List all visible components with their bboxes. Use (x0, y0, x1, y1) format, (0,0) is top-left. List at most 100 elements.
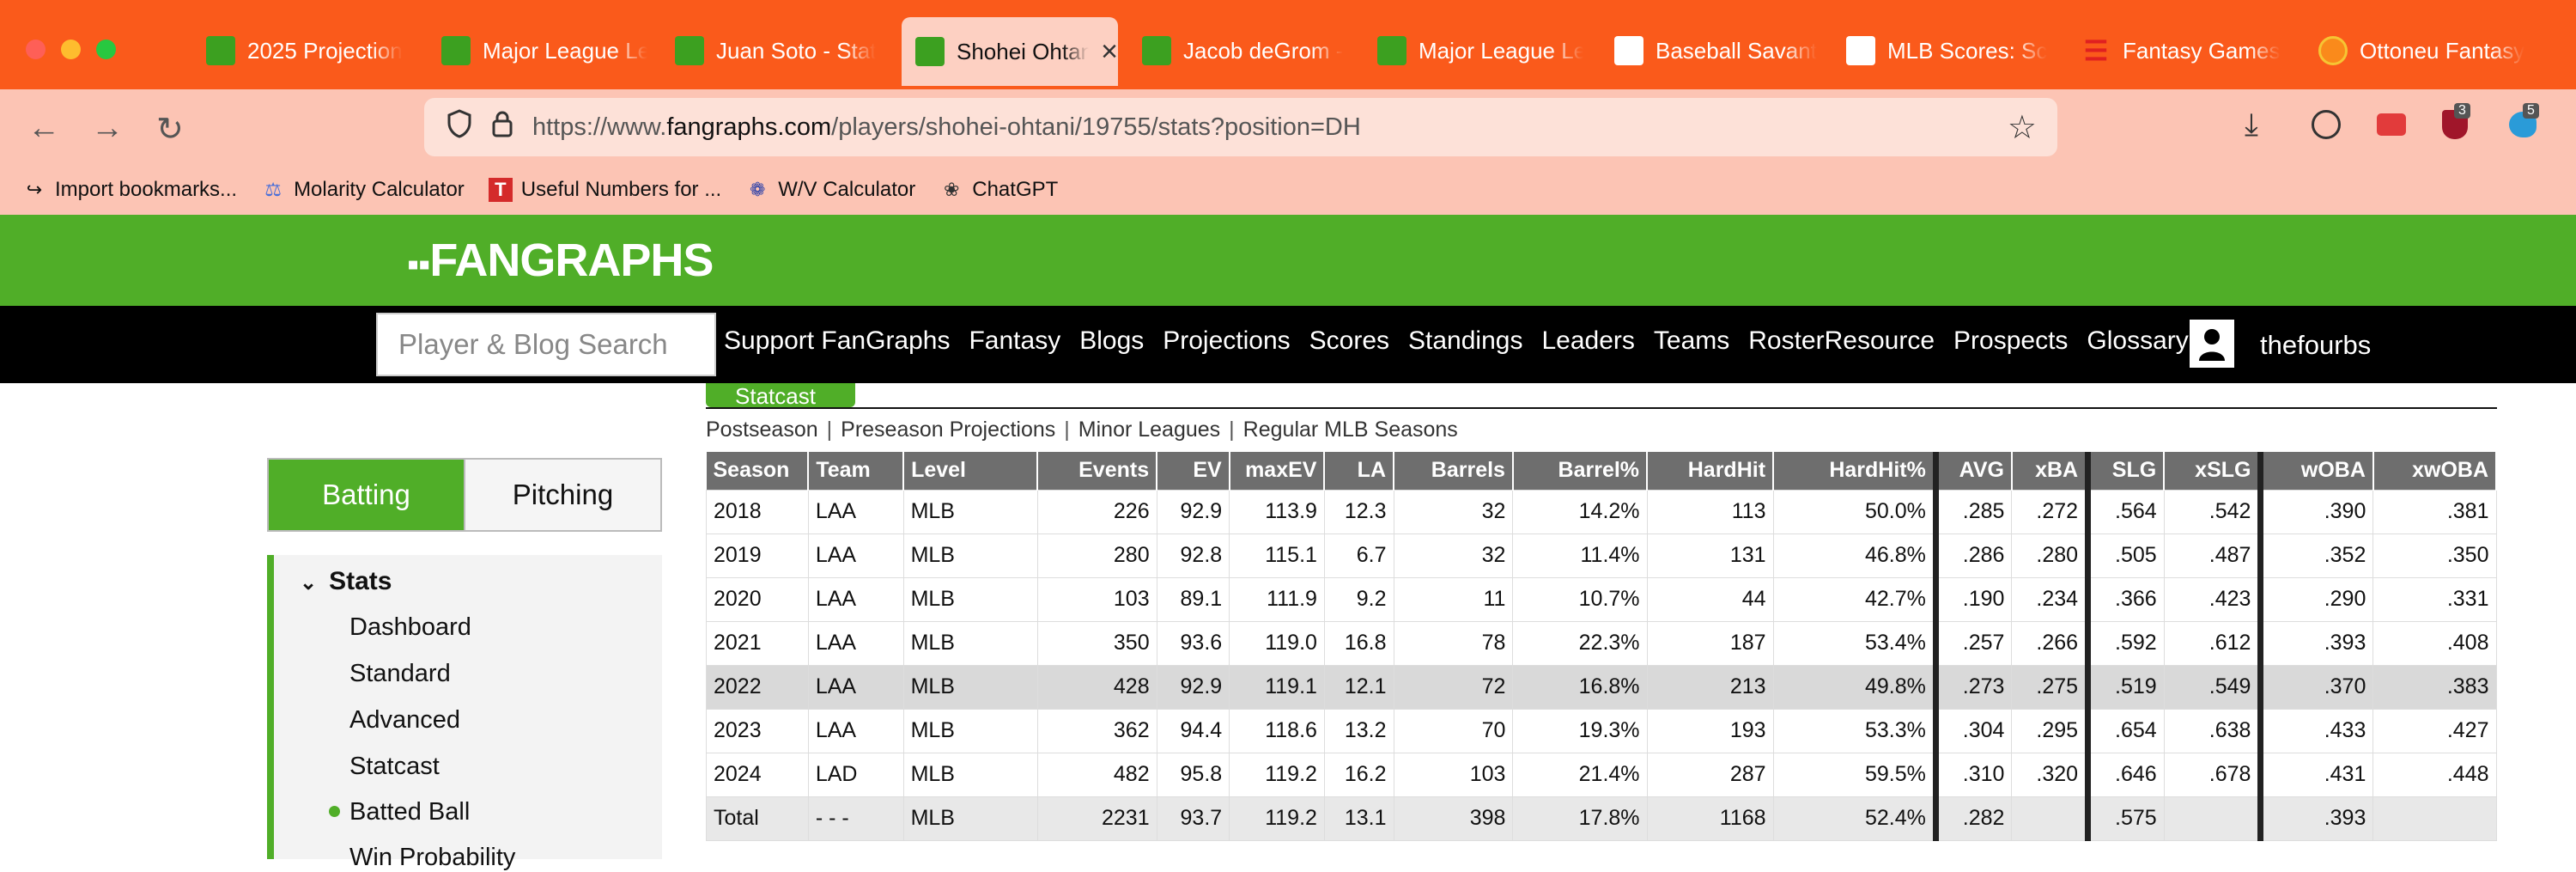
table-cell: 119.2 (1229, 796, 1325, 841)
lock-icon[interactable] (491, 110, 513, 144)
batting-button[interactable]: Batting (269, 460, 464, 530)
sidebar-item-statcast[interactable]: Statcast (349, 753, 440, 781)
regular-mlb-seasons-link[interactable]: Regular MLB Seasons (1243, 418, 1458, 442)
nav-item-leaders[interactable]: Leaders (1541, 326, 1634, 356)
column-header-barrel[interactable]: Barrel% (1512, 452, 1649, 490)
table-cell: 52.4% (1772, 796, 1936, 841)
table-cell: 42.7% (1772, 576, 1936, 622)
bookmark-import[interactable]: ↪ Import bookmarks... (22, 178, 237, 202)
download-icon[interactable]: ⤓ (2245, 107, 2258, 143)
search-input[interactable]: Player & Blog Search (376, 313, 716, 376)
column-header-xwoba[interactable]: xwOBA (2372, 452, 2498, 490)
browser-tab[interactable]: 2025 Projection (206, 22, 412, 79)
t-logo-icon: T (488, 178, 513, 202)
browser-tab[interactable]: Baseball Savant (1614, 22, 1820, 79)
table-cell: 53.4% (1772, 620, 1936, 666)
nav-item-blogs[interactable]: Blogs (1079, 326, 1144, 356)
preseason-projections-link[interactable]: Preseason Projections (841, 418, 1055, 442)
nav-item-glossary[interactable]: Glossary (2087, 326, 2188, 356)
back-arrow-icon[interactable]: ← (27, 110, 60, 147)
table-cell: LAA (807, 489, 904, 534)
table-cell: 2024 (706, 752, 809, 797)
statcast-tab[interactable]: Statcast (706, 383, 855, 407)
column-header-maxev[interactable]: maxEV (1229, 452, 1326, 490)
browser-tab[interactable]: Ottoneu Fantasy (2318, 22, 2524, 79)
nav-item-rosterresource[interactable]: RosterResource (1748, 326, 1935, 356)
table-cell (2163, 796, 2262, 841)
close-window-button[interactable] (26, 40, 46, 59)
browser-tab[interactable]: MLB Scores: Sc (1846, 22, 2052, 79)
address-bar[interactable]: https://www. fangraphs.com/players/shohei… (424, 98, 2057, 156)
fangraphs-icon (441, 36, 471, 65)
nav-item-teams[interactable]: Teams (1654, 326, 1729, 356)
table-cell: 95.8 (1156, 752, 1230, 797)
sidebar-item-win-probability[interactable]: Win Probability (349, 844, 515, 872)
table-cell: 213 (1646, 664, 1774, 710)
minimize-window-button[interactable] (61, 40, 81, 59)
column-header-la[interactable]: LA (1324, 452, 1394, 490)
column-header-team[interactable]: Team (808, 452, 905, 490)
table-cell: .266 (2011, 620, 2089, 666)
column-header-hardhit[interactable]: HardHit (1647, 452, 1775, 490)
browser-tab[interactable]: Shohei Ohtan × (902, 17, 1118, 86)
column-header-avg[interactable]: AVG (1932, 452, 2013, 490)
table-cell: 118.6 (1229, 708, 1325, 753)
close-tab-icon[interactable]: × (1101, 35, 1118, 69)
table-cell: .393 (2257, 796, 2374, 841)
table-cell: 93.7 (1156, 796, 1230, 841)
fangraphs-logo[interactable]: ▪▪FANGRAPHS (407, 234, 714, 287)
nav-item-standings[interactable]: Standings (1408, 326, 1522, 356)
screenshot-icon[interactable] (2377, 113, 2406, 136)
flask-icon: ⚖ (264, 179, 282, 200)
browser-tab[interactable]: Juan Soto - Stat (675, 22, 881, 79)
column-header-barrels[interactable]: Barrels (1394, 452, 1514, 490)
sidebar-item-dashboard[interactable]: Dashboard (349, 613, 471, 642)
maximize-window-button[interactable] (96, 40, 116, 59)
table-cell: 6.7 (1323, 533, 1394, 578)
table-cell: .381 (2372, 489, 2497, 534)
table-cell: 89.1 (1156, 576, 1230, 622)
postseason-link[interactable]: Postseason (706, 418, 818, 442)
nav-item-support-fangraphs[interactable]: Support FanGraphs (724, 326, 950, 356)
stats-section-header[interactable]: ⌄ Stats (300, 567, 392, 596)
nav-item-scores[interactable]: Scores (1309, 326, 1389, 356)
browser-tab[interactable]: Major League Le (441, 22, 647, 79)
forward-arrow-icon[interactable]: → (91, 110, 124, 147)
reload-icon[interactable]: ↻ (156, 110, 184, 149)
column-header-season[interactable]: Season (706, 452, 810, 490)
bookmark-molarity[interactable]: ⚖ Molarity Calculator (261, 178, 465, 202)
table-cell: 119.2 (1229, 752, 1325, 797)
nav-item-projections[interactable]: Projections (1163, 326, 1290, 356)
bookmark-useful-numbers[interactable]: T Useful Numbers for ... (488, 178, 721, 202)
column-header-level[interactable]: Level (903, 452, 1039, 490)
browser-tab[interactable]: ☰ Fantasy Games (2081, 22, 2287, 79)
column-header-xba[interactable]: xBA (2011, 452, 2089, 490)
shield-icon[interactable] (447, 109, 472, 145)
column-header-slg[interactable]: SLG (2085, 452, 2166, 490)
pitching-button[interactable]: Pitching (464, 460, 660, 530)
browser-tab[interactable]: Jacob deGrom - (1142, 22, 1348, 79)
table-cell: 187 (1646, 620, 1774, 666)
table-cell: 1168 (1646, 796, 1774, 841)
sidebar-item-standard[interactable]: Standard (349, 660, 451, 688)
bookmark-chatgpt[interactable]: ❀ ChatGPT (939, 178, 1058, 202)
user-avatar-icon[interactable] (2190, 320, 2234, 368)
table-cell: .383 (2372, 664, 2497, 710)
minor-leagues-link[interactable]: Minor Leagues (1078, 418, 1220, 442)
table-cell: .487 (2163, 533, 2262, 578)
username[interactable]: thefourbs (2260, 330, 2371, 361)
nav-item-fantasy[interactable]: Fantasy (969, 326, 1060, 356)
column-header-woba[interactable]: wOBA (2257, 452, 2374, 490)
bookmark-wv-calculator[interactable]: ❁ W/V Calculator (745, 178, 915, 202)
column-header-events[interactable]: Events (1037, 452, 1158, 490)
nav-item-prospects[interactable]: Prospects (1953, 326, 2068, 356)
column-header-xslg[interactable]: xSLG (2164, 452, 2262, 490)
sidebar-item-batted-ball[interactable]: Batted Ball (349, 798, 470, 826)
browser-tab[interactable]: Major League Le (1377, 22, 1583, 79)
table-row: 2022 LAA MLB 428 92.9 119.1 12.1 72 16.8% 213 49.8… (706, 664, 2497, 710)
column-header-ev[interactable]: EV (1157, 452, 1230, 490)
account-icon[interactable] (2312, 110, 2341, 139)
bookmark-star-icon[interactable]: ☆ (2008, 108, 2037, 147)
column-header-hardhit[interactable]: HardHit% (1773, 452, 1937, 490)
sidebar-item-advanced[interactable]: Advanced (349, 706, 460, 735)
